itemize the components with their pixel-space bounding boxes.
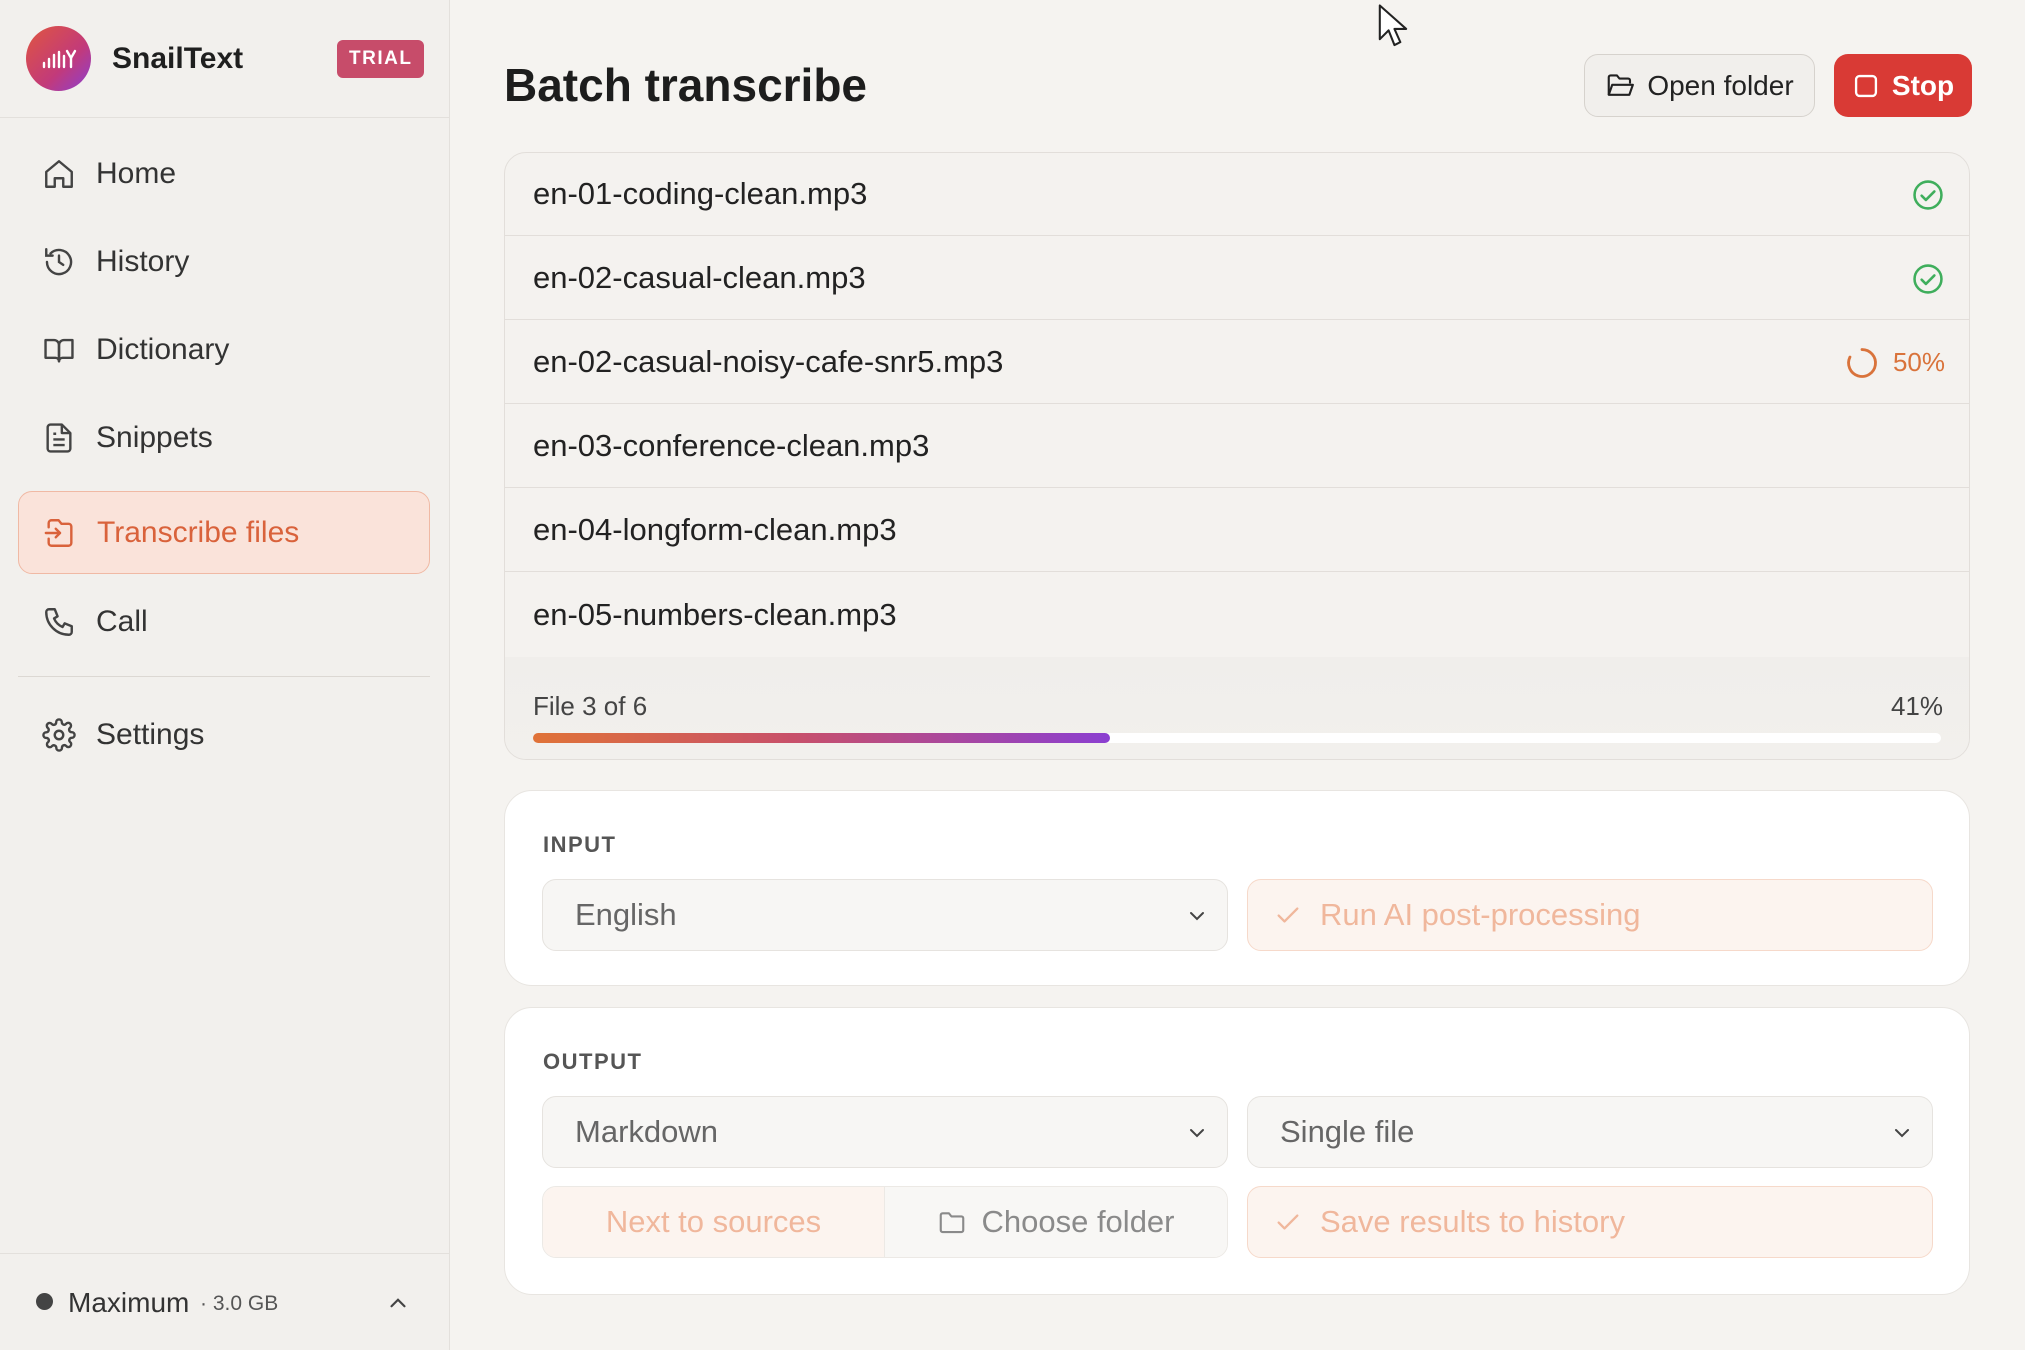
sidebar-item-label: History <box>96 244 190 278</box>
progress-label: File 3 of 6 <box>533 691 648 721</box>
choose-folder-option[interactable]: Choose folder <box>885 1187 1227 1257</box>
format-select[interactable]: Markdown <box>542 1096 1228 1168</box>
save-history-toggle[interactable]: Save results to history <box>1247 1186 1933 1258</box>
app-logo <box>26 26 91 91</box>
document-icon <box>40 419 78 457</box>
chevron-down-icon <box>1190 1129 1204 1138</box>
trial-badge[interactable]: TRIAL <box>337 40 425 78</box>
file-progress-percent: 50% <box>1892 347 1945 377</box>
page-title: Batch transcribe <box>504 59 868 111</box>
phone-icon <box>40 603 78 641</box>
file-name: en-02-casual-noisy-cafe-snr5.mp3 <box>533 344 1004 379</box>
sidebar-item-label: Dictionary <box>96 332 230 366</box>
file-row[interactable]: en-05-numbers-clean.mp3 <box>505 573 1969 656</box>
language-select[interactable]: English <box>542 879 1228 951</box>
mouse-cursor-icon <box>1378 4 1408 47</box>
file-name: en-02-casual-clean.mp3 <box>533 260 866 295</box>
input-panel: INPUT English Run AI post-processing <box>504 790 1970 986</box>
check-icon <box>1277 907 1299 923</box>
check-circle-icon <box>1913 263 1943 294</box>
file-row[interactable]: en-02-casual-noisy-cafe-snr5.mp3 50% <box>505 321 1969 404</box>
file-name: en-03-conference-clean.mp3 <box>533 428 930 463</box>
app-window: SnailText TRIAL Home History Dictionary <box>0 0 2025 1350</box>
spinner-icon <box>1847 347 1877 378</box>
output-section-title: OUTPUT <box>543 1049 643 1074</box>
sidebar-item-label: Transcribe files <box>97 515 300 549</box>
home-icon <box>40 155 78 193</box>
app-name: SnailText <box>112 42 244 75</box>
sidebar-item-snippets[interactable]: Snippets <box>18 396 430 479</box>
format-value: Markdown <box>575 1114 718 1149</box>
sidebar-item-label: Settings <box>96 717 205 751</box>
check-circle-icon <box>1913 179 1943 210</box>
sidebar-item-call[interactable]: Call <box>18 580 430 663</box>
check-icon <box>1277 1214 1299 1230</box>
file-import-icon <box>41 514 79 552</box>
next-to-sources-option[interactable]: Next to sources <box>543 1187 885 1257</box>
book-icon <box>40 331 78 369</box>
language-value: English <box>575 897 677 932</box>
model-selector[interactable]: Maximum · 3.0 GB <box>0 1253 450 1350</box>
file-row[interactable]: en-02-casual-clean.mp3 <box>505 237 1969 320</box>
open-folder-button[interactable]: Open folder <box>1584 54 1815 117</box>
file-row[interactable]: en-01-coding-clean.mp3 <box>505 153 1969 236</box>
file-row[interactable]: en-03-conference-clean.mp3 <box>505 405 1969 488</box>
sidebar-item-label: Call <box>96 604 148 638</box>
file-row[interactable]: en-04-longform-clean.mp3 <box>505 489 1969 572</box>
choose-folder-label: Choose folder <box>981 1204 1175 1239</box>
waveform-icon <box>42 49 76 68</box>
gear-icon <box>40 716 78 754</box>
model-status-dot <box>36 1293 53 1310</box>
model-size: · 3.0 GB <box>200 1292 279 1315</box>
sidebar-item-dictionary[interactable]: Dictionary <box>18 308 430 391</box>
history-icon <box>40 243 78 281</box>
stop-label: Stop <box>1891 69 1955 101</box>
open-folder-label: Open folder <box>1647 69 1794 101</box>
file-name: en-05-numbers-clean.mp3 <box>533 596 897 632</box>
file-name: en-01-coding-clean.mp3 <box>533 176 868 211</box>
progress-percent: 41% <box>1890 691 1943 721</box>
ai-postprocessing-label: Run AI post-processing <box>1320 897 1641 932</box>
brand-header: SnailText TRIAL <box>0 0 450 118</box>
output-location-segmented: Next to sources Choose folder <box>542 1186 1228 1258</box>
sidebar-item-settings[interactable]: Settings <box>18 693 430 776</box>
ai-postprocessing-toggle[interactable]: Run AI post-processing <box>1247 879 1933 951</box>
output-panel: OUTPUT Markdown Single file Next to sour… <box>504 1007 1970 1295</box>
chevron-down-icon <box>1190 912 1204 921</box>
sidebar-item-label: Home <box>96 156 177 190</box>
output-mode-value: Single file <box>1280 1114 1415 1149</box>
stop-button[interactable]: Stop <box>1834 54 1972 117</box>
folder-open-icon <box>1608 73 1635 96</box>
sidebar: SnailText TRIAL Home History Dictionary <box>0 0 450 1350</box>
chevron-up-icon[interactable] <box>385 1290 411 1316</box>
sidebar-item-label: Snippets <box>96 420 213 454</box>
save-history-label: Save results to history <box>1320 1204 1625 1239</box>
sidebar-item-history[interactable]: History <box>18 220 430 303</box>
progress-track <box>533 733 1941 743</box>
model-label: Maximum <box>68 1287 190 1318</box>
file-list: en-01-coding-clean.mp3 en-02-casual-clea… <box>504 152 1970 760</box>
folder-icon <box>940 1212 965 1234</box>
input-section-title: INPUT <box>543 832 617 857</box>
stop-square-icon <box>1854 74 1877 97</box>
progress-fill <box>533 733 1111 743</box>
sidebar-item-home[interactable]: Home <box>18 132 430 215</box>
sidebar-item-transcribe-files[interactable]: Transcribe files <box>18 491 430 574</box>
batch-progress: File 3 of 6 41% <box>505 657 1969 759</box>
chevron-down-icon <box>1895 1129 1909 1138</box>
file-name: en-04-longform-clean.mp3 <box>533 512 897 547</box>
output-mode-select[interactable]: Single file <box>1247 1096 1933 1168</box>
sidebar-divider <box>18 676 430 677</box>
